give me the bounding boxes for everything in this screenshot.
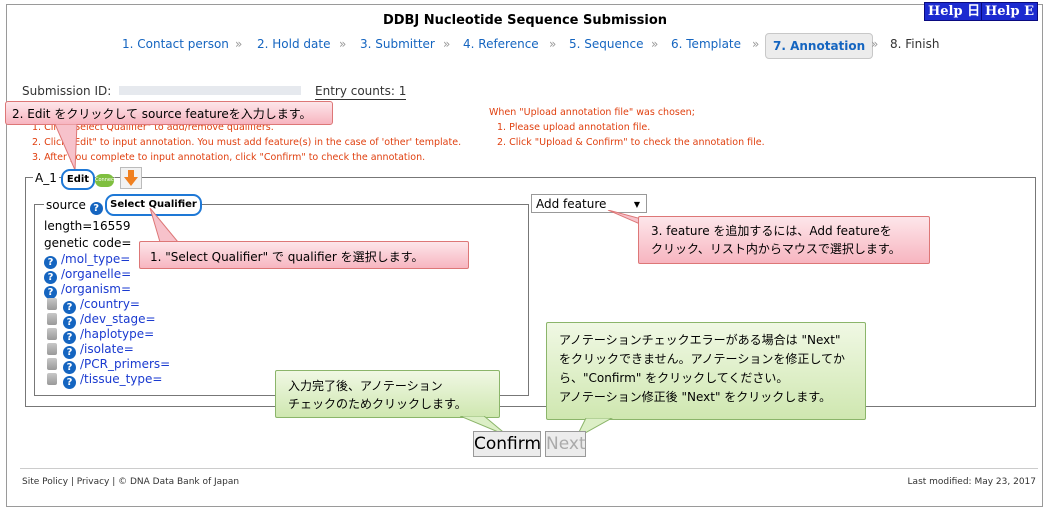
entry-counts: Entry counts: 1 — [315, 84, 407, 100]
nav-step-template[interactable]: 6. Template — [671, 37, 741, 51]
trash-icon[interactable] — [47, 328, 57, 340]
callout-next-line-4: アノテーション修正後 "Next" をクリックします。 — [559, 390, 832, 404]
callout-confirm: 入力完了後、アノテーション チェックのためクリックします。 — [275, 370, 500, 418]
qualifier-tissue-type[interactable]: ?/tissue_type= — [47, 372, 162, 389]
nav-separator: » — [752, 37, 760, 51]
upload-instruction-2: 2. Click "Upload & Confirm" to check the… — [497, 137, 765, 148]
nav-separator: » — [235, 37, 243, 51]
length-field: length=16559 — [44, 219, 131, 233]
help-question-icon[interactable]: ? — [63, 376, 76, 389]
submission-id-label: Submission ID: — [22, 84, 112, 98]
nav-separator: » — [339, 37, 347, 51]
source-feature-label: source ? — [44, 198, 105, 215]
source-label-text: source — [46, 198, 86, 212]
callout-edit: 2. Edit をクリックして source featureを入力します。 — [5, 101, 333, 125]
last-modified: Last modified: May 23, 2017 — [907, 477, 1036, 487]
nav-separator: » — [549, 37, 557, 51]
trash-icon[interactable] — [47, 298, 57, 310]
nav-step-finish: 8. Finish — [890, 37, 940, 51]
nav-step-sequence[interactable]: 5. Sequence — [569, 37, 643, 51]
download-arrow-icon[interactable] — [120, 167, 142, 189]
callout-confirm-line-2: チェックのためクリックします。 — [288, 397, 467, 411]
footer-divider — [20, 468, 1038, 469]
trash-icon[interactable] — [47, 313, 57, 325]
callout-next-line-3: ら、"Confirm" をクリックしてください。 — [559, 371, 789, 385]
nav-separator: » — [871, 37, 879, 51]
upload-instruction-heading: When "Upload annotation file" was chosen… — [489, 107, 695, 118]
trash-icon[interactable] — [47, 373, 57, 385]
trash-icon[interactable] — [47, 358, 57, 370]
page-title: DDBJ Nucleotide Sequence Submission — [382, 13, 668, 28]
add-feature-value: Add feature — [536, 197, 607, 211]
nav-step-submitter[interactable]: 3. Submitter — [360, 37, 435, 51]
nav-separator: » — [443, 37, 451, 51]
upload-instruction-1: 1. Please upload annotation file. — [497, 122, 651, 133]
callout-add-feature-line-2: クリック、リスト内からマウスで選択します。 — [651, 242, 901, 256]
callout-add-feature-line-1: 3. feature を追加するには、Add featureを — [651, 224, 892, 238]
callout-edit-pointer — [55, 124, 78, 171]
instruction-2: 2. Click "Edit" to input annotation. You… — [32, 137, 462, 148]
callout-next-line-2: をクリックできません。アノテーションを修正してか — [559, 352, 845, 366]
nav-separator: » — [651, 37, 659, 51]
step-navigation: 1. Contact person » 2. Hold date » 3. Su… — [0, 33, 1050, 59]
nav-step-reference[interactable]: 4. Reference — [463, 37, 539, 51]
nav-step-contact-person[interactable]: 1. Contact person — [122, 37, 229, 51]
callout-next: アノテーションチェックエラーがある場合は "Next" をクリックできません。ア… — [546, 322, 866, 420]
callout-confirm-line-1: 入力完了後、アノテーション — [288, 379, 443, 393]
trash-icon[interactable] — [47, 343, 57, 355]
nav-step-hold-date[interactable]: 2. Hold date — [257, 37, 330, 51]
connect-icon[interactable]: Connect — [95, 174, 116, 187]
instruction-3: 3. After you complete to input annotatio… — [32, 152, 426, 163]
footer-links[interactable]: Site Policy | Privacy | © DNA Data Bank … — [22, 477, 239, 487]
confirm-button[interactable]: Confirm — [473, 431, 541, 457]
edit-button[interactable]: Edit — [61, 169, 95, 190]
callout-next-line-1: アノテーションチェックエラーがある場合は "Next" — [559, 333, 841, 347]
submission-id-value — [119, 86, 301, 95]
help-question-icon[interactable]: ? — [89, 202, 103, 215]
next-button-disabled[interactable]: Next — [545, 431, 586, 457]
callout-select-qualifier: 1. "Select Qualifier" で qualifier を選択します… — [139, 241, 469, 269]
nav-step-annotation-active[interactable]: 7. Annotation — [765, 33, 874, 59]
callout-add-feature: 3. feature を追加するには、Add featureを クリック、リスト… — [638, 216, 930, 264]
entry-label: A_1 — [33, 171, 59, 185]
genetic-code-field: genetic code= — [44, 236, 132, 250]
